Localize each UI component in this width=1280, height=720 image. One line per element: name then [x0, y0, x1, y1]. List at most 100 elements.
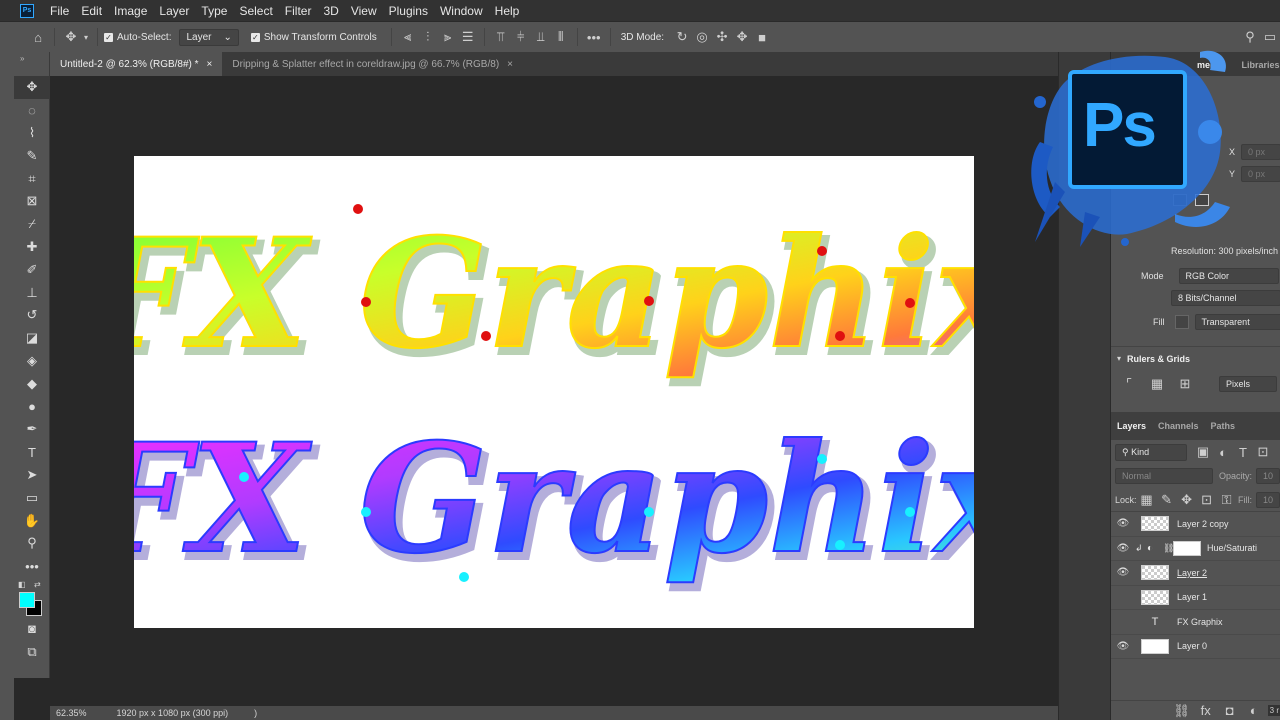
- layer-row[interactable]: 👁 Layer 0: [1111, 635, 1280, 659]
- menu-file[interactable]: File: [44, 4, 75, 18]
- show-transform-option[interactable]: ✓ Show Transform Controls: [250, 32, 377, 43]
- menu-type[interactable]: Type: [195, 4, 233, 18]
- drag-3d-icon[interactable]: ✣: [712, 29, 732, 45]
- link-layers-icon[interactable]: ⛓: [1172, 703, 1192, 719]
- distribute-horizontal-icon[interactable]: ⫴: [551, 29, 571, 45]
- orbit-3d-icon[interactable]: ↻: [672, 29, 692, 45]
- close-icon[interactable]: ×: [207, 59, 213, 70]
- type-tool[interactable]: T: [14, 441, 50, 464]
- zoom-tool[interactable]: ⚲: [14, 532, 50, 555]
- lasso-tool[interactable]: ⌇: [14, 122, 50, 145]
- blend-mode-dropdown[interactable]: Normal: [1115, 468, 1213, 484]
- eye-icon[interactable]: ▢: [1111, 592, 1135, 603]
- auto-select-option[interactable]: ✓ Auto-Select:: [104, 32, 171, 43]
- move-tool[interactable]: ✥: [14, 76, 50, 99]
- fill-dropdown[interactable]: Transparent: [1194, 314, 1280, 330]
- menu-window[interactable]: Window: [434, 4, 489, 18]
- frame-tool[interactable]: ⊠: [14, 190, 50, 213]
- fill-swatch[interactable]: [1174, 315, 1189, 329]
- pixel-filter-icon[interactable]: ▣: [1193, 444, 1213, 460]
- layer-row[interactable]: ▢ T FX Graphix: [1111, 610, 1280, 635]
- edit-toolbar-icon[interactable]: •••: [14, 555, 50, 578]
- eye-icon[interactable]: 👁: [1111, 641, 1135, 652]
- auto-select-dropdown[interactable]: Layer ⌄: [179, 28, 239, 46]
- new-adjustment-icon[interactable]: ◐: [1244, 703, 1264, 718]
- type-filter-icon[interactable]: T: [1233, 445, 1253, 460]
- tab-paths[interactable]: Paths: [1205, 421, 1242, 431]
- bits-dropdown[interactable]: 8 Bits/Channel: [1171, 290, 1280, 306]
- slide-3d-icon[interactable]: ✥: [732, 29, 752, 45]
- home-icon[interactable]: ⌂: [28, 30, 48, 45]
- screen-mode-icon[interactable]: ⧉: [14, 640, 50, 663]
- photoshop-app-icon[interactable]: Ps: [20, 3, 34, 18]
- tab-layers[interactable]: Layers: [1111, 421, 1152, 431]
- ruler-icon[interactable]: ⌜: [1119, 376, 1139, 392]
- y-field[interactable]: 0 px: [1241, 166, 1280, 182]
- history-brush-tool[interactable]: ↺: [14, 304, 50, 327]
- layer-row[interactable]: 👁 Layer 2: [1111, 561, 1280, 586]
- foreground-color-swatch[interactable]: [19, 591, 35, 608]
- eyedropper-tool[interactable]: ⌿: [14, 213, 50, 236]
- opacity-field[interactable]: 10: [1255, 468, 1280, 484]
- lock-all-icon[interactable]: ⚿: [1217, 492, 1237, 508]
- menu-layer[interactable]: Layer: [153, 4, 195, 18]
- menu-plugins[interactable]: Plugins: [383, 4, 434, 18]
- quick-selection-tool[interactable]: ✎: [14, 144, 50, 167]
- chevron-down-icon[interactable]: ▾: [81, 33, 91, 42]
- zoom-level[interactable]: 62.35%: [56, 708, 87, 718]
- fx-icon[interactable]: fx: [1196, 703, 1216, 718]
- x-field[interactable]: 0 px: [1241, 144, 1280, 160]
- align-top-icon[interactable]: ☰: [458, 29, 478, 45]
- swap-colors-icon[interactable]: ⇄: [34, 580, 41, 589]
- rulers-grids-header[interactable]: ▾ Rulers & Grids: [1111, 346, 1280, 370]
- distribute-bottom-icon[interactable]: ⫫: [531, 29, 551, 45]
- menu-view[interactable]: View: [345, 4, 383, 18]
- document-canvas[interactable]: FX Graphix FX Graphix FX Graphix FX Grap…: [134, 156, 974, 628]
- layer-row[interactable]: 👁 ↲ ◐ ⛓ Hue/Saturati: [1111, 537, 1280, 561]
- eye-icon[interactable]: 👁: [1111, 567, 1135, 578]
- add-mask-icon[interactable]: ◘: [1220, 703, 1240, 718]
- distribute-middle-icon[interactable]: ⫩: [511, 29, 531, 45]
- menu-3d[interactable]: 3D: [317, 4, 344, 18]
- menu-filter[interactable]: Filter: [279, 4, 318, 18]
- adjustment-filter-icon[interactable]: ◐: [1213, 445, 1233, 460]
- align-right-icon[interactable]: ⫸: [438, 29, 458, 45]
- align-left-icon[interactable]: ⫷: [398, 29, 418, 45]
- lock-transparent-icon[interactable]: ▦: [1137, 492, 1157, 508]
- hand-tool[interactable]: ✋: [14, 509, 50, 532]
- menu-help[interactable]: Help: [489, 4, 526, 18]
- layer-row[interactable]: 👁 Layer 2 copy: [1111, 512, 1280, 537]
- show-transform-checkbox[interactable]: ✓: [250, 32, 260, 42]
- eye-icon[interactable]: 👁: [1111, 543, 1135, 554]
- kind-dropdown[interactable]: ⚲ Kind: [1115, 443, 1187, 461]
- tab-dripping-splatter[interactable]: Dripping & Splatter effect in coreldraw.…: [222, 52, 523, 76]
- eye-icon[interactable]: 👁: [1111, 518, 1135, 529]
- auto-select-checkbox[interactable]: ✓: [104, 32, 113, 42]
- tab-channels[interactable]: Channels: [1152, 421, 1205, 431]
- lock-artboard-icon[interactable]: ⊡: [1197, 492, 1217, 508]
- tab-untitled-2[interactable]: Untitled-2 @ 62.3% (RGB/8#) * ×: [50, 52, 223, 76]
- units-dropdown[interactable]: Pixels: [1219, 376, 1277, 392]
- lock-brush-icon[interactable]: ✎: [1157, 492, 1177, 508]
- marquee-tool[interactable]: ◌: [14, 99, 50, 122]
- status-menu-arrow[interactable]: ): [254, 708, 257, 718]
- menu-edit[interactable]: Edit: [75, 4, 108, 18]
- menu-image[interactable]: Image: [108, 4, 153, 18]
- more-options-icon[interactable]: •••: [584, 30, 604, 45]
- brush-tool[interactable]: ✐: [14, 258, 50, 281]
- healing-brush-tool[interactable]: ✚: [14, 236, 50, 259]
- guides-icon[interactable]: ⊞: [1175, 376, 1195, 392]
- grid-icon[interactable]: ▦: [1147, 376, 1167, 392]
- quick-mask-icon[interactable]: ◙: [14, 618, 50, 641]
- lock-position-icon[interactable]: ✥: [1177, 492, 1197, 508]
- eraser-tool[interactable]: ◪: [14, 327, 50, 350]
- eye-icon[interactable]: ▢: [1111, 616, 1135, 627]
- shape-filter-icon[interactable]: ⊡: [1253, 444, 1273, 460]
- roll-3d-icon[interactable]: ◎: [692, 29, 712, 45]
- move-tool-icon[interactable]: ✥: [61, 29, 81, 45]
- default-colors-icon[interactable]: ◧: [18, 580, 26, 589]
- tab-libraries[interactable]: Libraries: [1236, 60, 1280, 76]
- rectangle-tool[interactable]: ▭: [14, 486, 50, 509]
- dodge-tool[interactable]: ●: [14, 395, 50, 418]
- workspace-icon[interactable]: ▭: [1260, 29, 1280, 45]
